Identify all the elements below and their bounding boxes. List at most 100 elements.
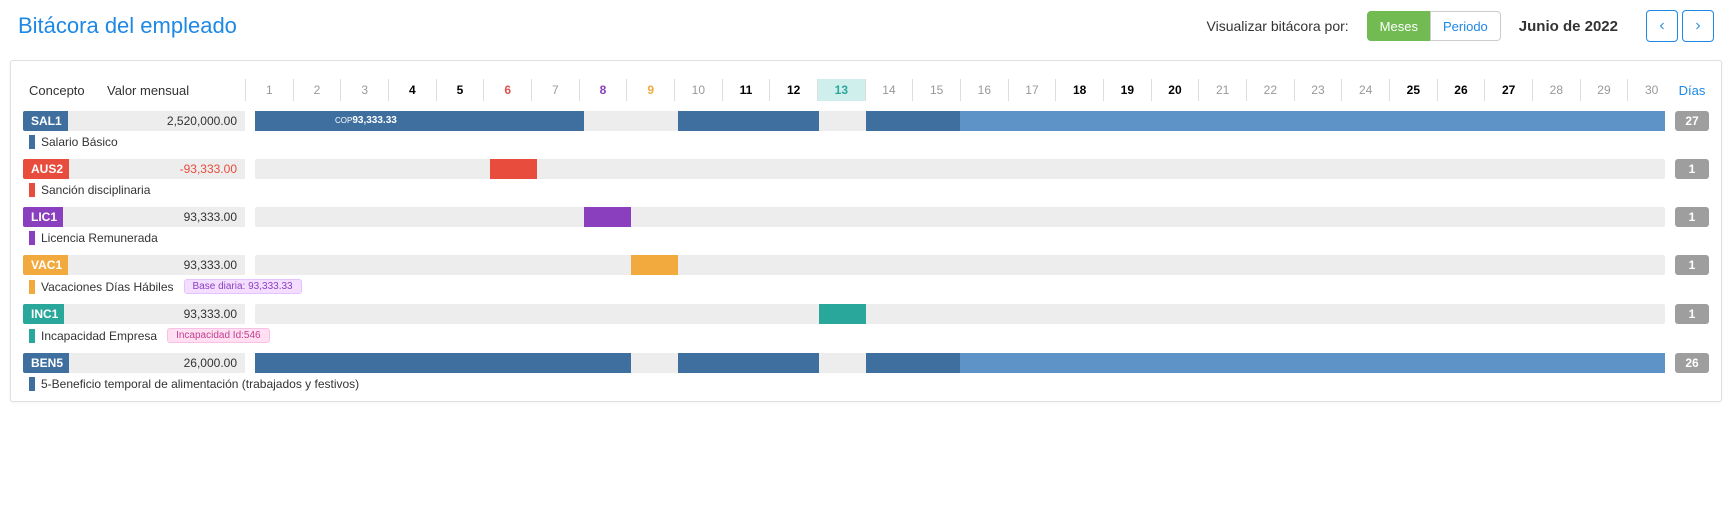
calendar-day: 28 [1532, 79, 1580, 101]
calendar-day: 5 [436, 79, 484, 101]
days-badge: 26 [1675, 353, 1709, 373]
segment-label: COP93,333.33 [335, 111, 397, 131]
calendar-day: 4 [388, 79, 436, 101]
concept-code[interactable]: INC1 [23, 304, 64, 324]
viewby-period-button[interactable]: Periodo [1430, 11, 1501, 41]
calendar-day: 23 [1294, 79, 1342, 101]
concept-code[interactable]: LIC1 [23, 207, 63, 227]
timeline-segment[interactable] [866, 353, 960, 373]
calendar-day: 1 [245, 79, 293, 101]
timeline-bar [255, 255, 1665, 275]
calendar-day: 18 [1055, 79, 1103, 101]
concept-row: LIC193,333.00 1 Licencia Remunerada [23, 207, 1709, 245]
timeline-segment[interactable] [678, 111, 819, 131]
concept-description: Licencia Remunerada [41, 231, 158, 245]
period-label: Junio de 2022 [1519, 18, 1618, 35]
days-badge: 1 [1675, 304, 1709, 324]
col-concept: Concepto [29, 83, 107, 98]
days-badge: 27 [1675, 111, 1709, 131]
chevron-left-icon [1656, 20, 1668, 32]
days-badge: 1 [1675, 207, 1709, 227]
concept-row: VAC193,333.00 1 Vacaciones Días Hábiles Bas… [23, 255, 1709, 294]
timeline-segment[interactable] [678, 353, 819, 373]
info-pill[interactable]: Base diaria: 93,333.33 [184, 279, 302, 294]
concept-value: 93,333.00 [63, 207, 245, 227]
timeline-bar [255, 304, 1665, 324]
col-days: Días [1675, 83, 1709, 98]
page-title: Bitácora del empleado [18, 13, 237, 39]
calendar-day: 11 [722, 79, 770, 101]
concept-code[interactable]: SAL1 [23, 111, 68, 131]
concept-value: 93,333.00 [68, 255, 245, 275]
calendar-day: 24 [1341, 79, 1389, 101]
concept-row: BEN526,000.00 26 5-Beneficio temporal de a… [23, 353, 1709, 391]
concept-value: -93,333.00 [69, 159, 245, 179]
timeline-bar [255, 207, 1665, 227]
calendar-day: 30 [1627, 79, 1675, 101]
color-indicator [29, 377, 35, 391]
calendar-day: 29 [1580, 79, 1628, 101]
concept-description: Vacaciones Días Hábiles [41, 280, 174, 294]
calendar-day: 16 [960, 79, 1008, 101]
calendar-day: 19 [1103, 79, 1151, 101]
concept-description: 5-Beneficio temporal de alimentación (tr… [41, 377, 359, 391]
concept-code[interactable]: VAC1 [23, 255, 68, 275]
days-badge: 1 [1675, 255, 1709, 275]
calendar-day: 27 [1484, 79, 1532, 101]
viewby-label: Visualizar bitácora por: [1207, 18, 1349, 34]
chevron-right-icon [1692, 20, 1704, 32]
calendar-day: 26 [1437, 79, 1485, 101]
col-monthly: Valor mensual [107, 83, 189, 98]
concept-value: 26,000.00 [69, 353, 245, 373]
days-badge: 1 [1675, 159, 1709, 179]
calendar-day: 14 [865, 79, 913, 101]
calendar-day: 20 [1151, 79, 1199, 101]
info-pill[interactable]: Incapacidad Id:546 [167, 328, 270, 343]
timeline-segment[interactable]: COP93,333.33 [255, 111, 584, 131]
timeline-segment[interactable] [960, 353, 1665, 373]
period-prev-button[interactable] [1646, 10, 1678, 42]
timeline-segment[interactable] [960, 111, 1665, 131]
calendar-day: 9 [626, 79, 674, 101]
calendar-day: 6 [483, 79, 531, 101]
concept-row: SAL12,520,000.00 COP93,333.33 27 Salario Bá… [23, 111, 1709, 149]
color-indicator [29, 183, 35, 197]
timeline-segment[interactable] [819, 304, 866, 324]
timeline-segment[interactable] [631, 255, 678, 275]
concept-code[interactable]: AUS2 [23, 159, 69, 179]
timeline-bar: COP93,333.33 [255, 111, 1665, 131]
color-indicator [29, 231, 35, 245]
concept-description: Salario Básico [41, 135, 118, 149]
timeline-segment[interactable] [490, 159, 537, 179]
calendar-day: 13 [817, 79, 865, 101]
concept-value: 93,333.00 [64, 304, 245, 324]
bitacora-card: Concepto Valor mensual 12345678910111213… [10, 60, 1722, 402]
calendar-day: 25 [1389, 79, 1437, 101]
calendar-day: 17 [1008, 79, 1056, 101]
color-indicator [29, 280, 35, 294]
timeline-bar [255, 353, 1665, 373]
calendar-day: 22 [1246, 79, 1294, 101]
timeline-segment[interactable] [584, 207, 631, 227]
color-indicator [29, 135, 35, 149]
calendar-day: 2 [293, 79, 341, 101]
timeline-segment[interactable] [584, 353, 631, 373]
timeline-segment[interactable] [866, 111, 960, 131]
calendar-day: 7 [531, 79, 579, 101]
timeline-segment[interactable] [255, 353, 584, 373]
calendar-day: 15 [912, 79, 960, 101]
period-next-button[interactable] [1682, 10, 1714, 42]
concept-value: 2,520,000.00 [68, 111, 245, 131]
color-indicator [29, 329, 35, 343]
concept-description: Sanción disciplinaria [41, 183, 150, 197]
calendar-day: 8 [579, 79, 627, 101]
calendar-day: 3 [340, 79, 388, 101]
calendar-day: 10 [674, 79, 722, 101]
concept-code[interactable]: BEN5 [23, 353, 69, 373]
viewby-months-button[interactable]: Meses [1367, 11, 1431, 41]
concept-description: Incapacidad Empresa [41, 329, 157, 343]
calendar-day: 21 [1198, 79, 1246, 101]
concept-row: INC193,333.00 1 Incapacidad Empresa Incapac… [23, 304, 1709, 343]
timeline-bar [255, 159, 1665, 179]
viewby-toggle: Meses Periodo [1367, 11, 1501, 41]
